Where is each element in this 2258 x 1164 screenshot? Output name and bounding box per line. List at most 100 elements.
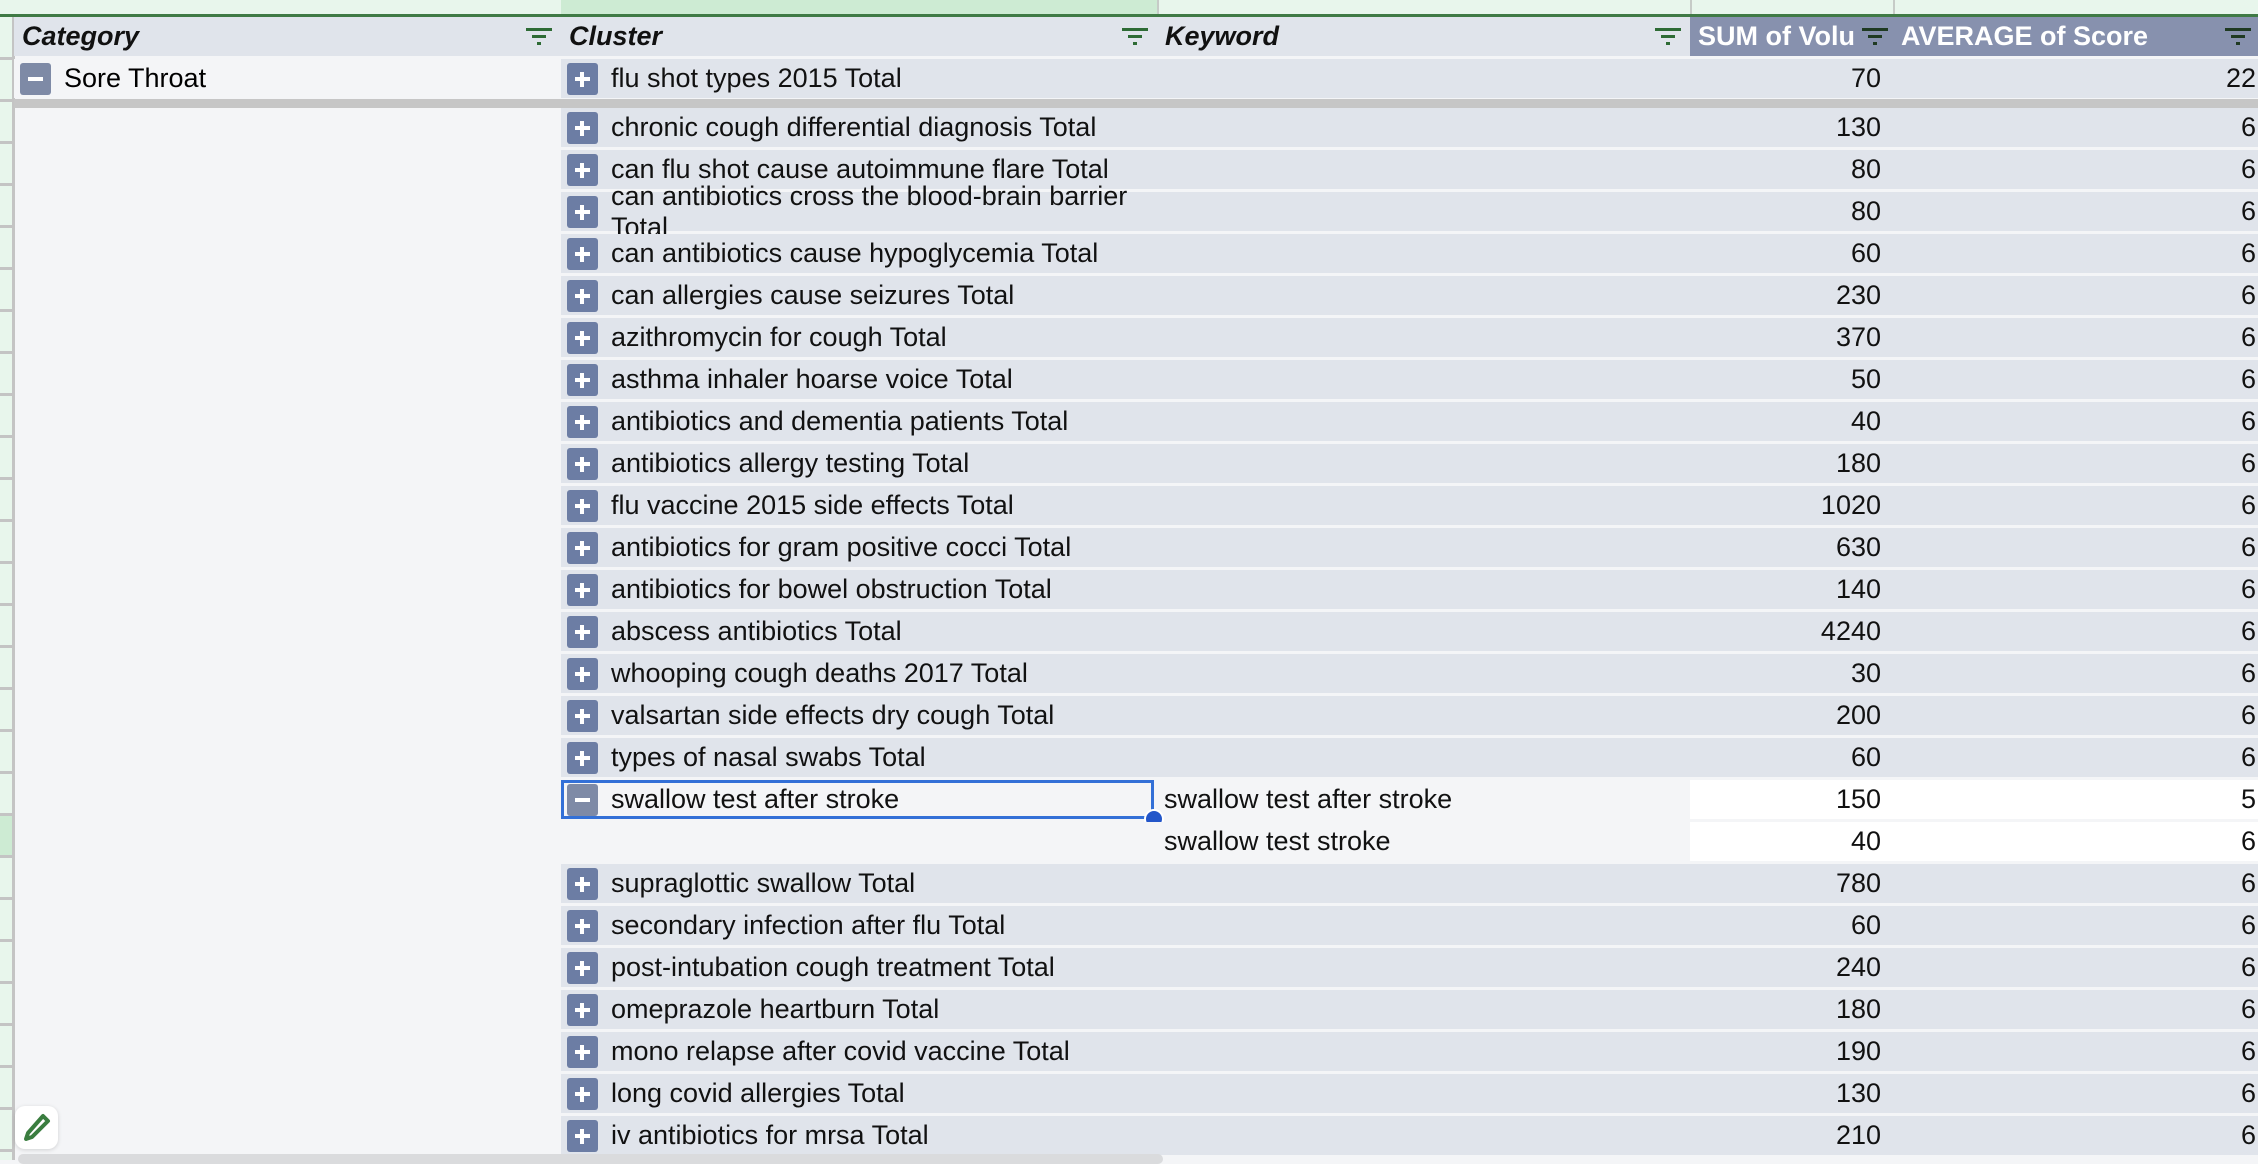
keyword-cell[interactable]: [1157, 864, 1690, 903]
cluster-cell[interactable]: azithromycin for cough Total: [561, 318, 1157, 357]
keyword-cell[interactable]: swallow test after stroke: [1157, 780, 1690, 819]
cluster-cell[interactable]: antibiotics for gram positive cocci Tota…: [561, 528, 1157, 567]
average-score-cell[interactable]: 6: [1893, 486, 2258, 525]
average-score-cell[interactable]: 6: [1893, 906, 2258, 945]
sum-volume-cell[interactable]: 80: [1690, 150, 1893, 189]
plus-box-icon[interactable]: [567, 741, 598, 774]
sum-volume-cell[interactable]: 180: [1690, 444, 1893, 483]
edit-pivot-button[interactable]: [15, 1106, 58, 1149]
plus-box-icon[interactable]: [567, 699, 598, 732]
average-score-cell[interactable]: 6: [1893, 318, 2258, 357]
cluster-cell[interactable]: can antibiotics cause hypoglycemia Total: [561, 234, 1157, 273]
sum-volume-cell[interactable]: 1020: [1690, 486, 1893, 525]
sum-volume-cell[interactable]: 150: [1690, 780, 1893, 819]
average-score-cell[interactable]: 6: [1893, 528, 2258, 567]
plus-box-icon[interactable]: [567, 153, 598, 186]
average-score-cell[interactable]: 6: [1893, 696, 2258, 735]
sum-volume-cell[interactable]: 60: [1690, 906, 1893, 945]
plus-box-icon[interactable]: [567, 405, 598, 438]
cluster-cell[interactable]: types of nasal swabs Total: [561, 738, 1157, 777]
keyword-cell[interactable]: [1157, 570, 1690, 609]
keyword-cell[interactable]: [1157, 1074, 1690, 1113]
average-score-cell[interactable]: 6: [1893, 108, 2258, 147]
keyword-cell[interactable]: [1157, 654, 1690, 693]
average-score-cell[interactable]: 6: [1893, 654, 2258, 693]
sum-volume-cell[interactable]: 240: [1690, 948, 1893, 987]
sum-volume-cell[interactable]: 70: [1690, 59, 1893, 98]
cluster-cell[interactable]: abscess antibiotics Total: [561, 612, 1157, 651]
keyword-cell[interactable]: [1157, 192, 1690, 231]
cluster-cell[interactable]: supraglottic swallow Total: [561, 864, 1157, 903]
sum-volume-cell[interactable]: 630: [1690, 528, 1893, 567]
sum-volume-cell[interactable]: 50: [1690, 360, 1893, 399]
average-score-cell[interactable]: 6: [1893, 570, 2258, 609]
cluster-cell[interactable]: antibiotics for bowel obstruction Total: [561, 570, 1157, 609]
plus-box-icon[interactable]: [567, 1035, 598, 1068]
cluster-cell[interactable]: antibiotics and dementia patients Total: [561, 402, 1157, 441]
average-score-cell[interactable]: 6: [1893, 234, 2258, 273]
category-cell[interactable]: Sore Throat: [14, 59, 561, 98]
keyword-cell[interactable]: [1157, 276, 1690, 315]
plus-box-icon[interactable]: [567, 279, 598, 312]
horizontal-scrollbar[interactable]: [18, 1154, 1163, 1164]
average-score-cell[interactable]: 6: [1893, 1074, 2258, 1113]
average-score-cell[interactable]: 6: [1893, 1032, 2258, 1071]
keyword-cell[interactable]: [1157, 906, 1690, 945]
filter-icon[interactable]: [1122, 26, 1148, 46]
average-score-cell[interactable]: 6: [1893, 822, 2258, 861]
keyword-cell[interactable]: [1157, 696, 1690, 735]
keyword-cell[interactable]: [1157, 59, 1690, 98]
plus-box-icon[interactable]: [567, 951, 598, 984]
cluster-cell[interactable]: post-intubation cough treatment Total: [561, 948, 1157, 987]
plus-box-icon[interactable]: [567, 531, 598, 564]
sum-volume-cell[interactable]: 40: [1690, 822, 1893, 861]
plus-box-icon[interactable]: [567, 195, 598, 228]
sum-volume-cell[interactable]: 60: [1690, 738, 1893, 777]
average-score-cell[interactable]: 6: [1893, 402, 2258, 441]
plus-box-icon[interactable]: [567, 447, 598, 480]
cluster-cell[interactable]: flu shot types 2015 Total: [561, 59, 1157, 98]
keyword-cell[interactable]: [1157, 234, 1690, 273]
sum-volume-cell[interactable]: 140: [1690, 570, 1893, 609]
average-score-cell[interactable]: 6: [1893, 360, 2258, 399]
cluster-cell[interactable]: can antibiotics cross the blood-brain ba…: [561, 181, 1157, 242]
sum-volume-cell[interactable]: 30: [1690, 654, 1893, 693]
keyword-cell[interactable]: [1157, 402, 1690, 441]
sum-volume-cell[interactable]: 4240: [1690, 612, 1893, 651]
minus-box-icon[interactable]: [20, 62, 51, 95]
plus-box-icon[interactable]: [567, 573, 598, 606]
filter-icon[interactable]: [1862, 26, 1888, 46]
plus-box-icon[interactable]: [567, 237, 598, 270]
keyword-cell[interactable]: [1157, 738, 1690, 777]
plus-box-icon[interactable]: [567, 111, 598, 144]
cluster-cell[interactable]: whooping cough deaths 2017 Total: [561, 654, 1157, 693]
keyword-cell[interactable]: [1157, 990, 1690, 1029]
plus-box-icon[interactable]: [567, 1077, 598, 1110]
average-score-cell[interactable]: 6: [1893, 192, 2258, 231]
keyword-cell[interactable]: [1157, 528, 1690, 567]
average-score-cell[interactable]: 6: [1893, 948, 2258, 987]
cluster-cell[interactable]: iv antibiotics for mrsa Total: [561, 1116, 1157, 1155]
keyword-cell[interactable]: [1157, 948, 1690, 987]
cluster-cell[interactable]: long covid allergies Total: [561, 1074, 1157, 1113]
average-score-cell[interactable]: 6: [1893, 990, 2258, 1029]
average-score-cell[interactable]: 6: [1893, 150, 2258, 189]
cluster-cell[interactable]: secondary infection after flu Total: [561, 906, 1157, 945]
row-header-strip[interactable]: [0, 17, 15, 1160]
cluster-cell[interactable]: chronic cough differential diagnosis Tot…: [561, 108, 1157, 147]
filter-icon[interactable]: [1655, 26, 1681, 46]
plus-box-icon[interactable]: [567, 1119, 598, 1152]
sum-volume-cell[interactable]: 80: [1690, 192, 1893, 231]
plus-box-icon[interactable]: [567, 993, 598, 1026]
average-score-cell[interactable]: 6: [1893, 1116, 2258, 1155]
average-score-cell[interactable]: 6: [1893, 864, 2258, 903]
keyword-cell[interactable]: [1157, 108, 1690, 147]
plus-box-icon[interactable]: [567, 321, 598, 354]
plus-box-icon[interactable]: [567, 909, 598, 942]
sum-volume-cell[interactable]: 130: [1690, 1074, 1893, 1113]
plus-box-icon[interactable]: [567, 867, 598, 900]
sum-volume-cell[interactable]: 780: [1690, 864, 1893, 903]
average-score-cell[interactable]: 6: [1893, 276, 2258, 315]
keyword-cell[interactable]: [1157, 150, 1690, 189]
plus-box-icon[interactable]: [567, 657, 598, 690]
